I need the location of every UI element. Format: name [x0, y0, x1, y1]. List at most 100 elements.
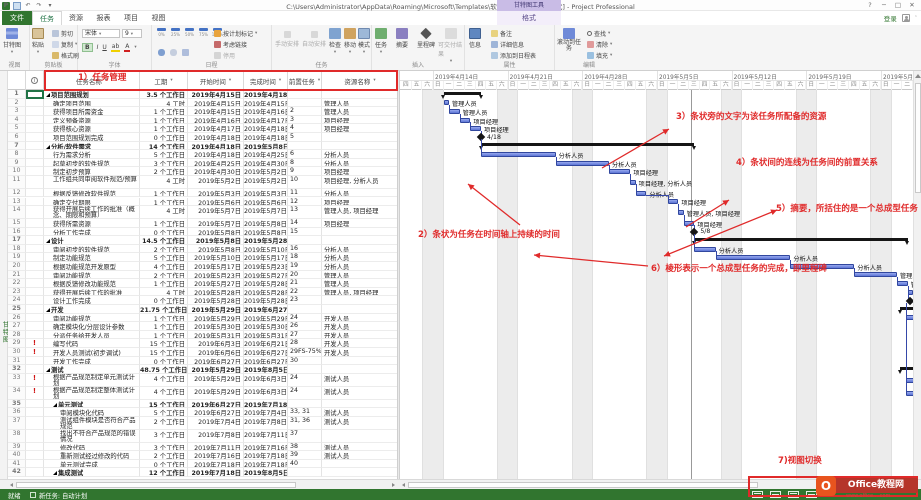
- resource-cell[interactable]: 项目经理: [322, 124, 398, 133]
- task-name-cell[interactable]: 分派任务给开发人员: [44, 331, 140, 340]
- task-name-cell[interactable]: 获得开展后续工作的批准（概念、期限和预算）: [44, 206, 140, 219]
- start-date-cell[interactable]: 2019年5月7日: [188, 219, 244, 228]
- tab-task[interactable]: 任务: [32, 11, 62, 25]
- predecessor-cell[interactable]: 3: [288, 116, 322, 125]
- finish-date-cell[interactable]: 2019年5月7日: [244, 206, 288, 219]
- indicator-cell[interactable]: !: [26, 387, 44, 400]
- table-row[interactable]: 18审阅初步的软件规范2 个工作日2019年5月8日2019年5月10日16分析…: [8, 245, 398, 254]
- table-row[interactable]: 21审阅功能规范2 个工作日2019年5月23日2019年5月27日20管理人员: [8, 271, 398, 280]
- row-number[interactable]: 29: [8, 339, 26, 348]
- auto-schedule-button[interactable]: 自动安排: [302, 31, 326, 48]
- task-bar[interactable]: [470, 126, 481, 131]
- row-number[interactable]: 12: [8, 189, 26, 198]
- duration-cell[interactable]: 1 个工作日: [140, 331, 188, 340]
- resource-cell[interactable]: [322, 305, 398, 314]
- task-name-cell[interactable]: 设计工作完成: [44, 296, 140, 305]
- start-date-cell[interactable]: 2019年4月18日: [188, 150, 244, 159]
- duration-cell[interactable]: 0 个工作日: [140, 296, 188, 305]
- row-number[interactable]: 9: [8, 159, 26, 168]
- resource-cell[interactable]: 管理人员, 项目经理: [322, 288, 398, 297]
- duration-cell[interactable]: 3 个工作日: [140, 443, 188, 452]
- start-date-cell[interactable]: 2019年7月11日: [188, 443, 244, 452]
- start-date-cell[interactable]: 2019年5月8日: [188, 228, 244, 237]
- duration-cell[interactable]: 4 个工作日: [140, 262, 188, 271]
- start-date-cell[interactable]: 2019年5月23日: [188, 271, 244, 280]
- task-name-cell[interactable]: 重新测试经过修改的代码: [44, 451, 140, 460]
- save-icon[interactable]: [13, 2, 21, 10]
- font-size-select[interactable]: 9 ▾: [122, 29, 142, 38]
- task-name-cell[interactable]: 确定模块化/分层设计参数: [44, 322, 140, 331]
- finish-date-cell[interactable]: 2019年5月17日: [244, 253, 288, 262]
- start-date-cell[interactable]: 2019年6月27日: [188, 400, 244, 409]
- table-row[interactable]: 26审阅功能规范1 个工作日2019年5月29日2019年5月29日24开发人员: [8, 314, 398, 323]
- start-date-cell[interactable]: 2019年4月18日: [188, 142, 244, 151]
- predecessor-cell[interactable]: 14: [288, 219, 322, 228]
- start-date-cell[interactable]: 2019年6月27日: [188, 357, 244, 366]
- predecessor-cell[interactable]: [288, 90, 322, 99]
- table-row[interactable]: 2确定项目范围4 工时2019年4月15日2019年4月15日管理人员: [8, 99, 398, 108]
- resource-cell[interactable]: 开发人员: [322, 314, 398, 323]
- duration-cell[interactable]: 5 个工作日: [140, 408, 188, 417]
- finish-date-cell[interactable]: 2019年5月6日: [244, 198, 288, 207]
- indicator-cell[interactable]: [26, 142, 44, 151]
- table-row[interactable]: 31开发工作完成0 个工作日2019年6月27日2019年6月27日30: [8, 357, 398, 366]
- row-number[interactable]: 32: [8, 365, 26, 374]
- start-date-cell[interactable]: 2019年4月18日: [188, 133, 244, 142]
- predecessor-cell[interactable]: 19: [288, 262, 322, 271]
- expand-triangle-icon[interactable]: [53, 471, 57, 475]
- table-row[interactable]: 8行为需求分析5 个工作日2019年4月18日2019年4月25日6分析人员: [8, 150, 398, 159]
- task-bar[interactable]: [906, 391, 913, 396]
- finish-date-cell[interactable]: 2019年5月10日: [244, 245, 288, 254]
- finish-date-cell[interactable]: 2019年5月28日: [244, 288, 288, 297]
- duration-cell[interactable]: 48.75 个工作日: [140, 365, 188, 374]
- start-date-cell[interactable]: 2019年5月28日: [188, 288, 244, 297]
- row-number[interactable]: 35: [8, 400, 26, 409]
- finish-date-cell[interactable]: 2019年5月29日: [244, 314, 288, 323]
- finish-date-cell[interactable]: 2019年5月8日: [244, 219, 288, 228]
- italic-button[interactable]: I: [97, 44, 99, 51]
- resource-cell[interactable]: 管理人员: [322, 271, 398, 280]
- start-date-cell[interactable]: 2019年4月16日: [188, 116, 244, 125]
- finish-date-cell[interactable]: 2019年4月17日: [244, 116, 288, 125]
- tab-file[interactable]: 文件: [2, 11, 32, 25]
- summary-bar[interactable]: [900, 307, 913, 310]
- table-row[interactable]: 11工作组共同审阅软件规范/预算4 工时2019年5月2日2019年5月2日10…: [8, 176, 398, 189]
- gantt-h-thumb[interactable]: [408, 482, 758, 488]
- predecessor-cell[interactable]: 38: [288, 443, 322, 452]
- duration-cell[interactable]: 2 个工作日: [140, 451, 188, 460]
- finish-date-cell[interactable]: 2019年6月3日: [244, 387, 288, 400]
- scroll-right-icon[interactable]: [392, 483, 395, 487]
- finish-date-cell[interactable]: 2019年5月28日: [244, 296, 288, 305]
- duration-cell[interactable]: 1 个工作日: [140, 279, 188, 288]
- predecessor-cell[interactable]: 12: [288, 198, 322, 207]
- qat-customize-icon[interactable]: ▾: [46, 2, 54, 10]
- finish-date-cell[interactable]: 2019年5月27日: [244, 271, 288, 280]
- summary-bar[interactable]: [444, 92, 481, 95]
- gantt-chart-view-button[interactable]: 甘特图▾: [3, 28, 21, 55]
- table-row[interactable]: 24设计工作完成0 个工作日2019年5月28日2019年5月28日23: [8, 296, 398, 305]
- indicator-cell[interactable]: [26, 468, 44, 477]
- finish-date-cell[interactable]: 2019年4月16日: [244, 107, 288, 116]
- duration-cell[interactable]: 0 个工作日: [140, 357, 188, 366]
- percent-0-button[interactable]: 0%: [155, 28, 168, 37]
- predecessor-cell[interactable]: 31, 36: [288, 417, 322, 430]
- resource-cell[interactable]: 测试人员: [322, 451, 398, 460]
- predecessor-cell[interactable]: [288, 365, 322, 374]
- table-row[interactable]: 42集成测试12 个工作日2019年7月18日2019年8月5日: [8, 468, 398, 477]
- indicator-cell[interactable]: [26, 451, 44, 460]
- finish-date-cell[interactable]: 2019年6月27日: [244, 357, 288, 366]
- task-name-cell[interactable]: 根据功能规范开发原型: [44, 262, 140, 271]
- resource-cell[interactable]: 管理人员: [322, 99, 398, 108]
- start-date-cell[interactable]: 2019年4月25日: [188, 159, 244, 168]
- resource-cell[interactable]: 项目经理: [322, 198, 398, 207]
- row-number[interactable]: 1: [8, 90, 26, 99]
- row-number[interactable]: 40: [8, 451, 26, 460]
- close-button[interactable]: ✕: [905, 0, 919, 10]
- task-name-cell[interactable]: 制定初步预算: [44, 167, 140, 176]
- row-number[interactable]: 15: [8, 219, 26, 228]
- predecessor-cell[interactable]: 20: [288, 271, 322, 280]
- finish-date-cell[interactable]: 2019年7月18日: [244, 400, 288, 409]
- unlink-tasks-icon[interactable]: [170, 49, 177, 56]
- finish-date-cell[interactable]: 2019年6月21日: [244, 339, 288, 348]
- finish-date-cell[interactable]: 2019年7月11日: [244, 430, 288, 443]
